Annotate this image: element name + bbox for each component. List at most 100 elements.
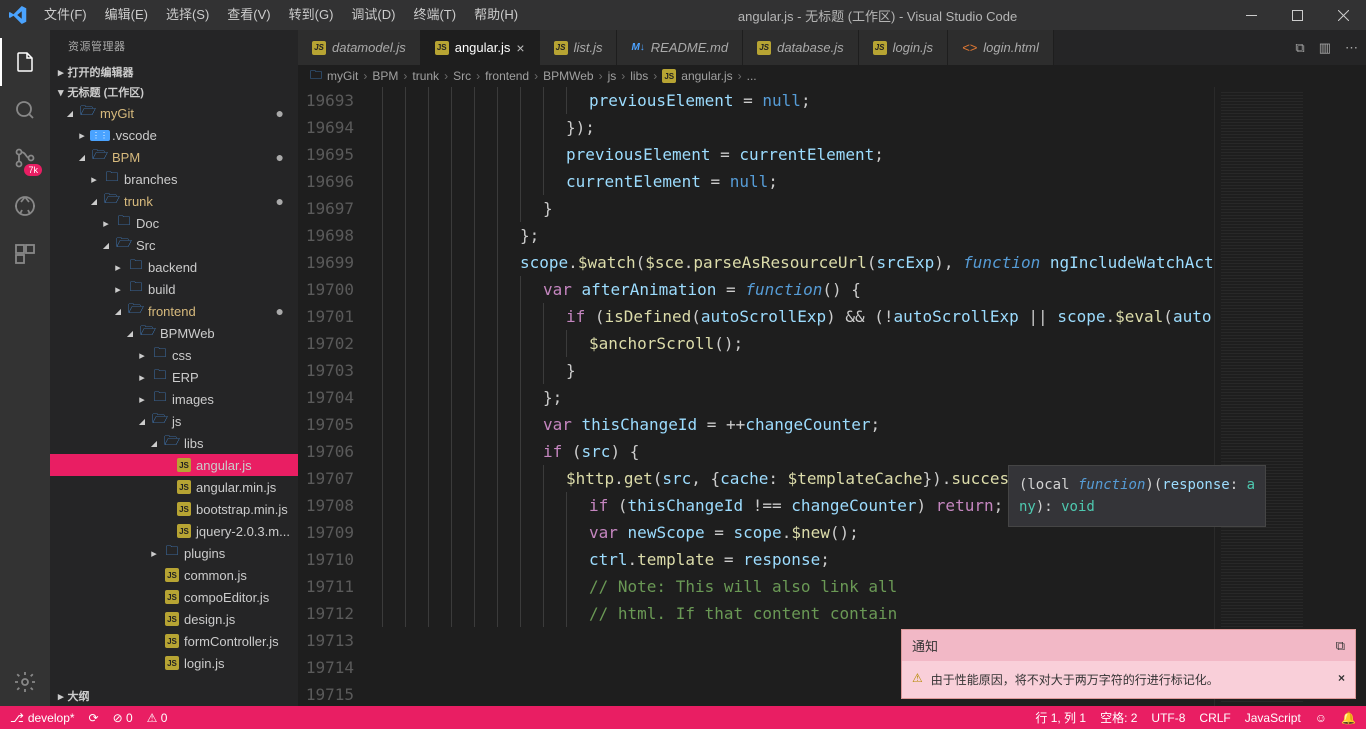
tree-item-frontend[interactable]: ◢🗁frontend● [50,300,298,322]
breadcrumb-item[interactable]: libs [630,69,648,83]
breadcrumb-item[interactable]: js [608,69,617,83]
menu-terminal[interactable]: 终端(T) [404,0,465,30]
tree-item-trunk[interactable]: ◢🗁trunk● [50,190,298,212]
code-content[interactable]: previousElement = null;});previousElemen… [378,87,1214,706]
split-editor-icon[interactable]: ⧉ [1295,40,1304,56]
extensions-icon[interactable] [0,230,50,278]
tab-label: list.js [574,40,603,55]
tree-item-bootstrap-min-js[interactable]: JSbootstrap.min.js [50,498,298,520]
status-encoding[interactable]: UTF-8 [1151,711,1185,725]
tree-label: design.js [184,612,235,627]
tree-label: plugins [184,546,225,561]
tab-datamodel-js[interactable]: JSdatamodel.js [298,30,421,65]
tab-login-js[interactable]: JSlogin.js [859,30,948,65]
menu-go[interactable]: 转到(G) [280,0,343,30]
breadcrumb-item[interactable]: BPMWeb [543,69,593,83]
breadcrumb-item[interactable]: angular.js [681,69,732,83]
search-icon[interactable] [0,86,50,134]
js-file-icon: JS [312,41,326,55]
tree-label: build [148,282,175,297]
breadcrumb-separator: › [599,69,603,83]
maximize-button[interactable] [1274,0,1320,30]
tree-item-erp[interactable]: ▸🗀ERP [50,366,298,388]
tree-item--vscode[interactable]: ▸⋮⋮.vscode [50,124,298,146]
toast-close-button[interactable]: × [1338,671,1345,685]
settings-gear-icon[interactable] [0,658,50,706]
tab-close-icon[interactable]: × [516,40,524,56]
status-sync[interactable]: ⟳ [89,711,99,725]
tab-label: database.js [777,40,844,55]
tree-item-mygit[interactable]: ◢🗁myGit● [50,102,298,124]
menu-selection[interactable]: 选择(S) [157,0,218,30]
modified-dot-icon: ● [276,303,284,319]
tree-label: js [172,414,181,429]
tree-item-doc[interactable]: ▸🗀Doc [50,212,298,234]
status-position[interactable]: 行 1, 列 1 [1035,709,1086,726]
explorer-icon[interactable] [0,38,50,86]
tree-item-src[interactable]: ◢🗁Src [50,234,298,256]
breadcrumbs[interactable]: 🗀myGit›BPM›trunk›Src›frontend›BPMWeb›js›… [298,65,1366,87]
modified-dot-icon: ● [276,193,284,209]
tree-item-angular-min-js[interactable]: JSangular.min.js [50,476,298,498]
tab-login-html[interactable]: <>login.html [948,30,1054,65]
menu-view[interactable]: 查看(V) [218,0,279,30]
status-notifications[interactable]: 🔔 [1341,711,1356,725]
js-file-icon: JS [873,41,887,55]
tree-item-js[interactable]: ◢🗁js [50,410,298,432]
menu-debug[interactable]: 调试(D) [342,0,404,30]
tab-database-js[interactable]: JS database.js [743,30,859,65]
status-branch[interactable]: ⎇develop* [10,711,75,725]
tree-item-plugins[interactable]: ▸🗀plugins [50,542,298,564]
breadcrumb-separator: › [363,69,367,83]
menu-file[interactable]: 文件(F) [35,0,96,30]
close-button[interactable] [1320,0,1366,30]
debug-icon[interactable] [0,182,50,230]
tree-item-compoeditor-js[interactable]: JScompoEditor.js [50,586,298,608]
breadcrumb-item[interactable]: BPM [372,69,398,83]
minimap[interactable] [1214,87,1309,706]
tree-item-design-js[interactable]: JSdesign.js [50,608,298,630]
toast-expand-icon[interactable]: ⧉ [1336,638,1345,654]
js-file-icon: JS [757,41,771,55]
tree-item-bpm[interactable]: ◢🗁BPM● [50,146,298,168]
tree-item-css[interactable]: ▸🗀css [50,344,298,366]
breadcrumb-separator: › [403,69,407,83]
tree-item-build[interactable]: ▸🗀build [50,278,298,300]
toggle-layout-icon[interactable]: ▥ [1319,40,1331,56]
status-feedback[interactable]: ☺ [1315,711,1327,725]
toast-message: 由于性能原因，将不对大于两万字符的行进行标记化。 [931,671,1219,688]
tree-item-formcontroller-js[interactable]: JSformController.js [50,630,298,652]
tree-item-libs[interactable]: ◢🗁libs [50,432,298,454]
breadcrumb-item[interactable]: frontend [485,69,529,83]
breadcrumb-item[interactable]: myGit [327,69,358,83]
scm-icon[interactable]: 7k [0,134,50,182]
code-editor[interactable]: 1969319694196951969619697196981969919700… [298,87,1366,706]
tree-item-backend[interactable]: ▸🗀backend [50,256,298,278]
status-spaces[interactable]: 空格: 2 [1100,709,1137,726]
tab-readme-md[interactable]: M↓README.md [617,30,743,65]
menu-edit[interactable]: 编辑(E) [96,0,157,30]
tab-list-js[interactable]: JSlist.js [540,30,618,65]
tree-item-images[interactable]: ▸🗀images [50,388,298,410]
tree-item-jquery-2-0-3-m-[interactable]: JSjquery-2.0.3.m... [50,520,298,542]
menu-help[interactable]: 帮助(H) [465,0,527,30]
status-errors[interactable]: ⊘ 0 [113,711,133,725]
status-eol[interactable]: CRLF [1199,711,1230,725]
breadcrumb-item[interactable]: Src [453,69,471,83]
tab-angular-js[interactable]: JSangular.js× [421,30,540,65]
breadcrumb-item[interactable]: ... [747,69,757,83]
tree-item-branches[interactable]: ▸🗀branches [50,168,298,190]
status-language[interactable]: JavaScript [1245,711,1301,725]
more-actions-icon[interactable]: ⋯ [1345,40,1358,56]
folder-icon: 🗀 [152,366,168,388]
tree-item-angular-js[interactable]: JSangular.js [50,454,298,476]
tree-item-common-js[interactable]: JScommon.js [50,564,298,586]
breadcrumb-item[interactable]: trunk [412,69,439,83]
tree-item-login-js[interactable]: JSlogin.js [50,652,298,674]
status-warnings[interactable]: ⚠ 0 [147,711,168,725]
tree-item-bpmweb[interactable]: ◢🗁BPMWeb [50,322,298,344]
minimize-button[interactable] [1228,0,1274,30]
open-editors-section[interactable]: 打开的编辑器 [50,62,298,82]
outline-section[interactable]: 大纲 [50,686,298,706]
workspace-section[interactable]: 无标题 (工作区) [50,82,298,102]
